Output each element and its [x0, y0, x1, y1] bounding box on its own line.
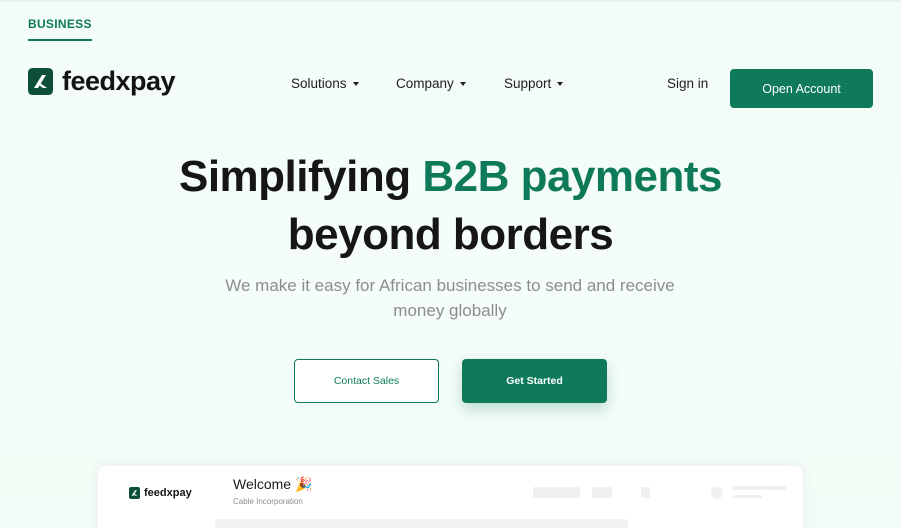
contact-sales-button[interactable]: Contact Sales: [294, 359, 439, 403]
placeholder-block: [732, 486, 786, 490]
dashboard-logo: feedxpay: [129, 487, 192, 499]
nav-support[interactable]: Support: [504, 76, 564, 91]
business-tab[interactable]: BUSINESS: [28, 17, 92, 41]
dashboard-welcome: Welcome 🎉: [233, 476, 313, 492]
placeholder-block: [732, 495, 762, 498]
dashboard-logo-text: feedxpay: [144, 487, 192, 499]
placeholder-block: [533, 487, 580, 498]
avatar-placeholder: [711, 487, 723, 499]
nav-company[interactable]: Company: [396, 76, 466, 91]
nav-solutions[interactable]: Solutions: [291, 76, 359, 91]
nav-support-label: Support: [504, 76, 552, 91]
placeholder-block: [592, 487, 612, 498]
top-divider: [0, 0, 901, 2]
nav-solutions-label: Solutions: [291, 76, 347, 91]
logo[interactable]: feedxpay: [28, 66, 176, 97]
caret-down-icon: [557, 81, 564, 86]
nav-company-label: Company: [396, 76, 454, 91]
feedxpay-logo-icon: [129, 487, 140, 499]
hero-title-accent: B2B payments: [422, 152, 723, 201]
get-started-button[interactable]: Get Started: [462, 359, 607, 403]
hero-title-line2: beyond borders: [287, 210, 614, 259]
hero-subtitle: We make it easy for African businesses t…: [225, 276, 675, 320]
hero-title: Simplifying B2B payments beyond borders: [0, 148, 901, 264]
sign-in-link[interactable]: Sign in: [667, 76, 708, 91]
dashboard-company: Cable Incorporation: [233, 497, 303, 506]
logo-text: feedxpay: [62, 66, 176, 96]
feedxpay-logo-icon: [28, 68, 53, 95]
caret-down-icon: [352, 81, 359, 86]
open-account-button[interactable]: Open Account: [730, 69, 873, 108]
hero-title-part1: Simplifying: [178, 152, 423, 201]
placeholder-bar: [215, 519, 628, 528]
placeholder-block: [641, 487, 650, 498]
dashboard-preview: feedxpay Welcome 🎉 Cable Incorporation: [98, 466, 803, 528]
caret-down-icon: [459, 81, 466, 86]
